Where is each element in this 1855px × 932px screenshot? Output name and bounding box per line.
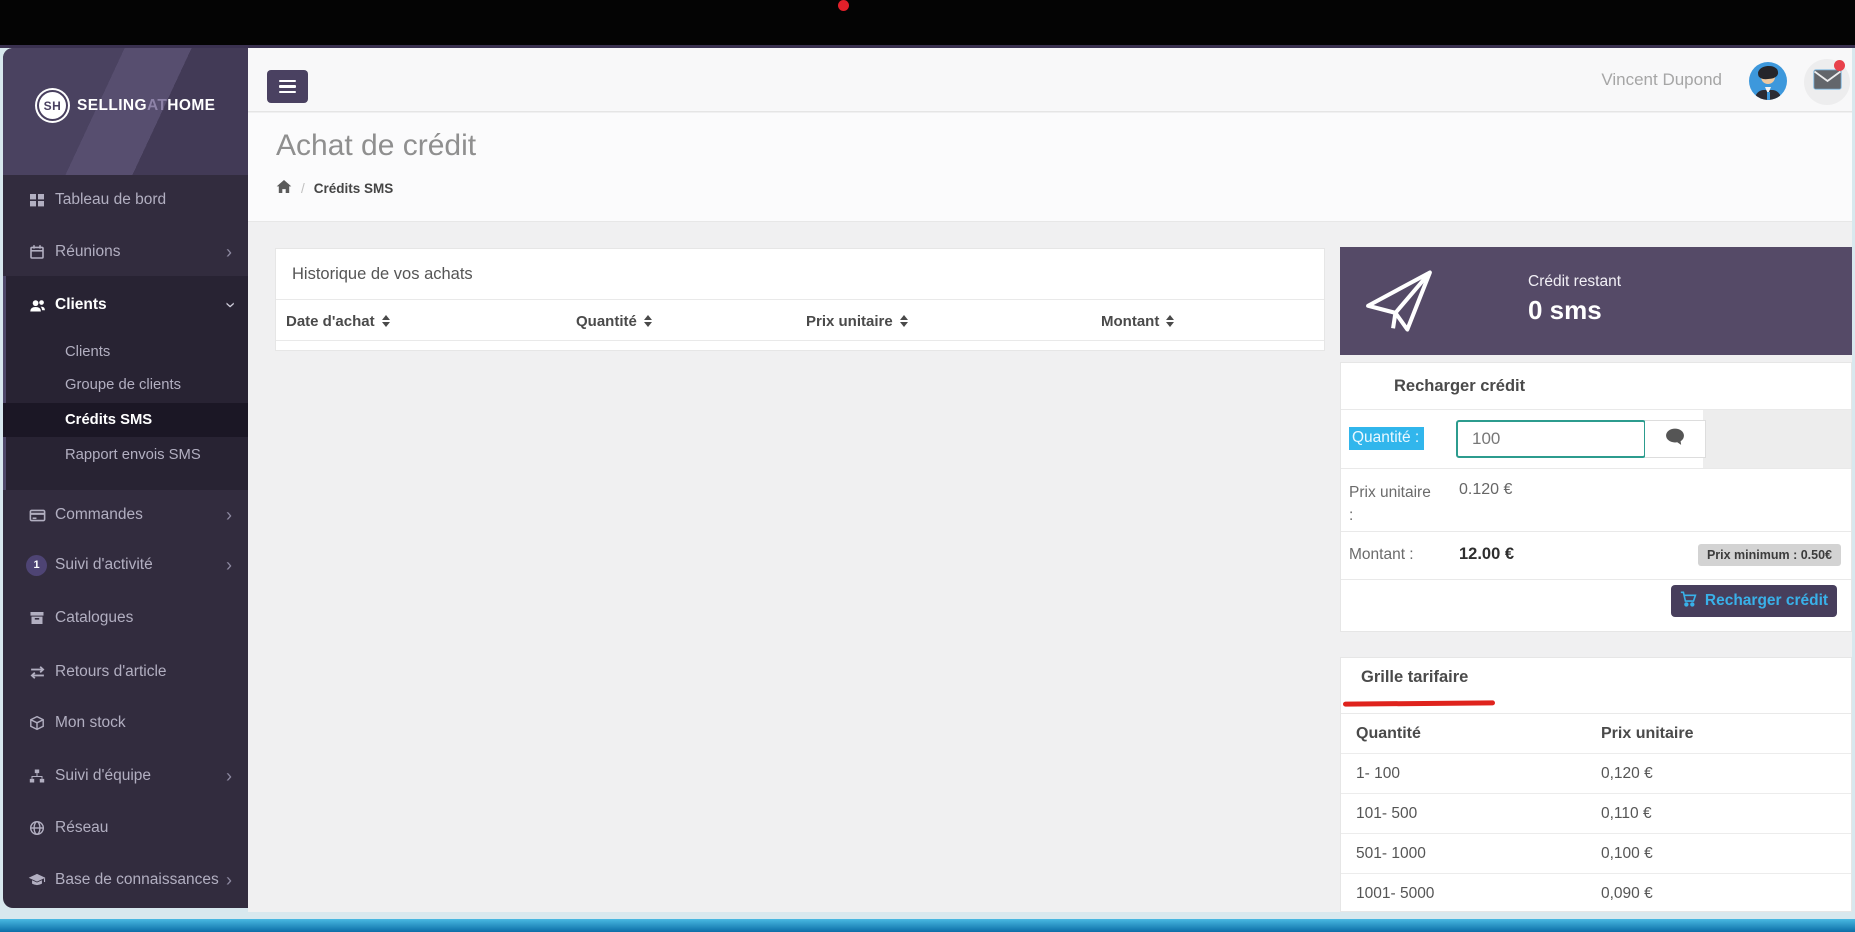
unit-price-row: Prix unitaire : 0.120 € [1341, 468, 1851, 531]
recharge-credit-button[interactable]: Recharger crédit [1671, 585, 1837, 617]
brand-badge-icon: SH [39, 92, 66, 119]
grid-icon [28, 191, 46, 209]
calendar-icon [28, 243, 46, 261]
sort-icon[interactable] [1166, 315, 1174, 327]
quantity-row: Quantité : [1341, 409, 1851, 468]
top-navbar: Vincent Dupond [248, 48, 1852, 112]
amount-value: 12.00 € [1459, 545, 1514, 564]
notification-dot [1834, 60, 1845, 71]
pricing-column-quantity: Quantité [1356, 714, 1421, 754]
chevron-down-icon: › [222, 302, 240, 308]
credit-card-icon [28, 506, 46, 524]
sidebar-item-suivi-equipe[interactable]: Suivi d'équipe › [3, 759, 248, 793]
column-header-quantity[interactable]: Quantité [576, 300, 652, 342]
envelope-icon [1813, 69, 1842, 95]
sitemap-icon [28, 767, 46, 785]
credit-remaining-panel: Crédit restant 0 sms [1340, 247, 1852, 355]
speech-bubble-icon [1664, 427, 1686, 452]
sidebar-item-reseau[interactable]: Réseau [3, 811, 248, 845]
pricing-grid-card: Grille tarifaire Quantité Prix unitaire … [1340, 657, 1852, 912]
sort-icon[interactable] [644, 315, 652, 327]
sidebar-item-mon-stock[interactable]: Mon stock [3, 706, 248, 740]
button-row: Recharger crédit [1341, 579, 1851, 633]
column-header-date[interactable]: Date d'achat [286, 300, 390, 342]
credit-remaining-value: 0 sms [1528, 295, 1602, 326]
chevron-right-icon: › [226, 556, 232, 574]
purchase-history-card: Historique de vos achats Date d'achat Qu… [275, 248, 1325, 351]
purchase-history-title: Historique de vos achats [292, 249, 473, 299]
sidebar-subitem-groupe-de-clients[interactable]: Groupe de clients [3, 368, 248, 402]
top-black-bar [0, 0, 1855, 45]
user-name[interactable]: Vincent Dupond [1601, 48, 1722, 112]
sidebar-item-catalogues[interactable]: Catalogues [3, 601, 248, 635]
sidebar-item-clients[interactable]: Clients › [3, 288, 248, 322]
sidebar-item-retours-article[interactable]: Retours d'article [3, 655, 248, 689]
users-icon [28, 296, 46, 314]
pricing-column-unit-price: Prix unitaire [1601, 714, 1693, 754]
sidebar-item-tableau-de-bord[interactable]: Tableau de bord [3, 183, 248, 217]
amount-label: Montant : [1349, 546, 1414, 564]
screenshot-frame: SH SELLINGATHOME Tableau de bord Réunion… [0, 0, 1855, 932]
breadcrumb-separator: / [301, 181, 305, 196]
breadcrumb: / Crédits SMS [276, 179, 393, 197]
graduation-cap-icon [28, 871, 46, 889]
pricing-row: 1- 100 0,120 € [1341, 753, 1851, 793]
archive-icon [28, 609, 46, 627]
globe-icon [28, 819, 46, 837]
user-avatar[interactable] [1749, 62, 1787, 100]
sidebar-subitem-clients[interactable]: Clients [3, 335, 248, 369]
sort-icon[interactable] [382, 315, 390, 327]
sidebar-subitem-credits-sms[interactable]: Crédits SMS [3, 403, 248, 437]
min-price-badge: Prix minimum : 0.50€ [1698, 544, 1841, 566]
bottom-blue-bar [0, 919, 1855, 932]
pricing-row: 501- 1000 0,100 € [1341, 833, 1851, 873]
recharge-title: Recharger crédit [1394, 363, 1525, 409]
activity-count-badge: 1 [26, 555, 47, 576]
app-window: SH SELLINGATHOME Tableau de bord Réunion… [3, 48, 1852, 912]
brand-logo[interactable]: SH SELLINGATHOME [39, 92, 215, 119]
sidebar-logo-area: SH SELLINGATHOME [3, 48, 248, 175]
page-header: Achat de crédit / Crédits SMS [248, 113, 1852, 222]
pricing-row: 1001- 5000 0,090 € [1341, 873, 1851, 912]
sort-icon[interactable] [900, 315, 908, 327]
cube-icon [28, 714, 46, 732]
recharge-card: Recharger crédit Quantité : Prix unitair… [1340, 362, 1852, 632]
credit-remaining-label: Crédit restant [1528, 273, 1621, 291]
quantity-row-filler [1703, 410, 1851, 469]
page-title: Achat de crédit [276, 129, 476, 163]
recording-red-dot [838, 0, 849, 11]
bottom-light-strip [0, 912, 1855, 919]
sidebar-item-reunions[interactable]: Réunions › [3, 235, 248, 269]
chevron-right-icon: › [226, 871, 232, 889]
pricing-row: 101- 500 0,110 € [1341, 793, 1851, 833]
chevron-right-icon: › [226, 506, 232, 524]
quantity-input[interactable] [1456, 420, 1646, 458]
sidebar-item-commandes[interactable]: Commandes › [3, 498, 248, 532]
quantity-label: Quantité : [1349, 427, 1424, 450]
sidebar: SH SELLINGATHOME Tableau de bord Réunion… [3, 48, 248, 908]
sidebar-subitem-rapport-envois-sms[interactable]: Rapport envois SMS [3, 438, 248, 472]
exchange-icon [28, 663, 46, 681]
column-header-amount[interactable]: Montant [1101, 300, 1174, 342]
main-area: Vincent Dupond Achat de crédit [248, 48, 1852, 912]
pricing-header-row: Quantité Prix unitaire [1341, 713, 1851, 753]
unit-price-label: Prix unitaire : [1349, 481, 1437, 528]
paper-plane-icon [1360, 263, 1438, 344]
column-header-unit-price[interactable]: Prix unitaire [806, 300, 908, 342]
pricing-grid-title: Grille tarifaire [1361, 668, 1468, 687]
sidebar-toggle-button[interactable] [267, 70, 308, 103]
brand-name: SELLINGATHOME [77, 97, 215, 115]
home-icon[interactable] [276, 179, 292, 197]
amount-row: Montant : 12.00 € Prix minimum : 0.50€ [1341, 531, 1851, 579]
breadcrumb-current[interactable]: Crédits SMS [314, 181, 394, 196]
sidebar-item-suivi-activite[interactable]: 1 Suivi d'activité › [3, 548, 248, 582]
sms-comment-button[interactable] [1645, 420, 1706, 458]
cart-icon [1680, 591, 1697, 612]
red-annotation-underline [1343, 700, 1495, 706]
sidebar-item-base-de-connaissances[interactable]: Base de connaissances › [3, 863, 248, 897]
purchase-history-header-row: Date d'achat Quantité Prix unitaire Mont… [276, 299, 1324, 341]
chevron-right-icon: › [226, 243, 232, 261]
chevron-right-icon: › [226, 767, 232, 785]
unit-price-value: 0.120 € [1459, 481, 1512, 499]
